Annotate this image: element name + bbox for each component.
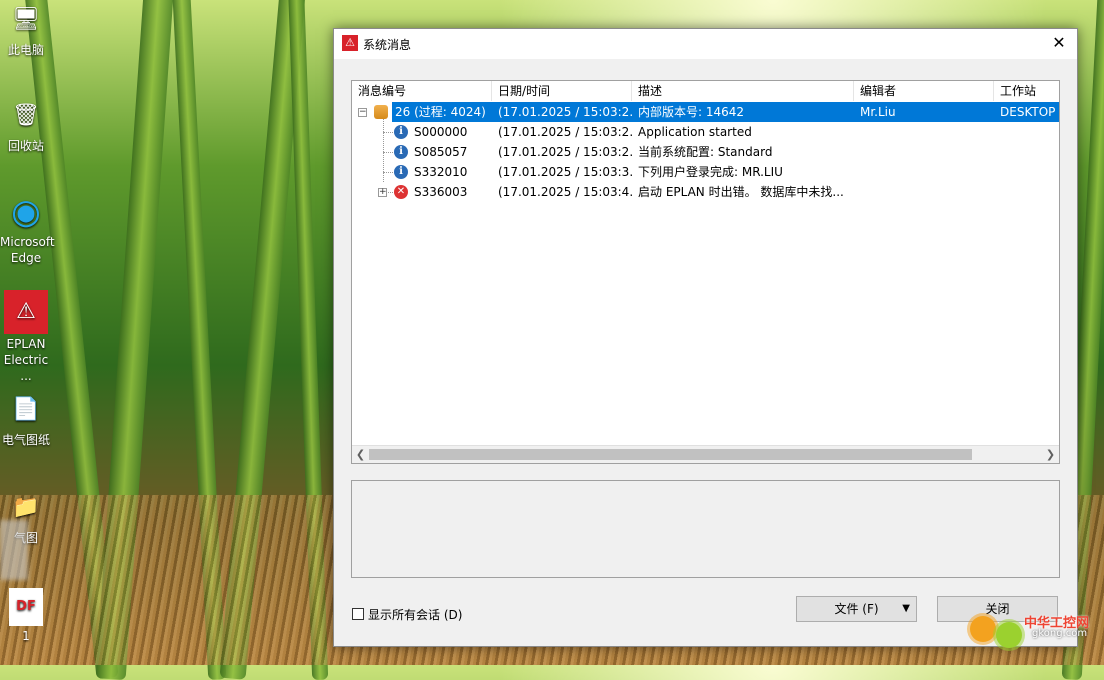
cell-workstation: DESKTOP — [1000, 105, 1056, 119]
dropdown-arrow-icon: ▼ — [902, 603, 910, 614]
show-all-sessions-label[interactable]: 显示所有会话 (D) — [368, 606, 462, 623]
info-icon: i — [394, 145, 408, 159]
cell-message-id: S085057 — [414, 145, 468, 159]
cell-message-id: 26 (过程: 4024) — [392, 102, 495, 122]
cell-message-id: S336003 — [414, 185, 468, 199]
cell-datetime: (17.01.2025 / 15:03:2... — [498, 145, 632, 159]
info-icon: i — [394, 125, 408, 139]
pdf-file-icon: DF — [9, 588, 43, 626]
cell-message-id: S000000 — [414, 125, 468, 139]
table-row[interactable]: − 26 (过程: 4024) (17.01.2025 / 15:03:2...… — [352, 102, 1059, 122]
table-row[interactable]: i S332010 (17.01.2025 / 15:03:3... 下列用户登… — [352, 162, 1059, 182]
column-header-editor[interactable]: 编辑者 — [854, 81, 994, 101]
column-header-description[interactable]: 描述 — [632, 81, 854, 101]
watermark-subtext: gkong.com — [1032, 628, 1088, 639]
scroll-right-icon[interactable]: ❯ — [1042, 446, 1059, 463]
cell-description: 当前系统配置: Standard — [638, 145, 773, 159]
desktop-icon-label: 回收站 — [7, 139, 44, 153]
computer-icon: 🖥 — [12, 7, 40, 32]
table-row[interactable]: + ✕ S336003 (17.01.2025 / 15:03:4... 启动 … — [352, 182, 1059, 202]
cell-description: 内部版本号: 14642 — [638, 105, 745, 119]
table-row[interactable]: i S085057 (17.01.2025 / 15:03:2... 当前系统配… — [352, 142, 1059, 162]
database-icon — [374, 105, 388, 119]
cell-datetime: (17.01.2025 / 15:03:3... — [498, 165, 632, 179]
column-header-workstation[interactable]: 工作站 — [994, 81, 1059, 101]
title-bar[interactable]: ⚠ 系统消息 ✕ — [334, 29, 1077, 59]
eplan-icon: ⚠ — [4, 290, 48, 334]
blurred-region — [0, 520, 28, 580]
gear-icon — [970, 616, 996, 642]
edge-icon: ◉ — [11, 192, 41, 232]
scrollbar-thumb[interactable] — [369, 449, 972, 460]
cell-message-id: S332010 — [414, 165, 468, 179]
desktop-icon-recycle-bin[interactable]: 🗑 回收站 — [0, 96, 52, 154]
file-menu-button[interactable]: 文件 (F) ▼ — [796, 596, 917, 622]
expand-icon[interactable]: + — [378, 188, 387, 197]
error-icon: ✕ — [394, 185, 408, 199]
pdf-file-icon: 📄 — [12, 397, 40, 422]
message-rows: − 26 (过程: 4024) (17.01.2025 / 15:03:2...… — [352, 102, 1059, 447]
cell-datetime: (17.01.2025 / 15:03:4... — [498, 185, 632, 199]
horizontal-scrollbar[interactable]: ❮ ❯ — [352, 445, 1059, 463]
desktop-icon-pdf[interactable]: DF 1 — [0, 588, 52, 644]
desktop-icon-label: 电气图纸 — [1, 433, 50, 447]
scroll-left-icon[interactable]: ❮ — [352, 446, 369, 463]
recycle-bin-icon: 🗑 — [12, 103, 40, 128]
column-header-datetime[interactable]: 日期/时间 — [492, 81, 632, 101]
system-messages-dialog: ⚠ 系统消息 ✕ 消息编号 日期/时间 描述 编辑者 工作站 − 26 (过程:… — [333, 28, 1078, 647]
column-headers: 消息编号 日期/时间 描述 编辑者 工作站 — [352, 81, 1059, 101]
desktop-icon-drawings[interactable]: 📄 电气图纸 — [0, 390, 52, 448]
cell-editor: Mr.Liu — [860, 105, 896, 119]
desktop-icon-label: EPLAN Electric ... — [3, 337, 49, 383]
collapse-icon[interactable]: − — [358, 108, 367, 117]
desktop-icon-eplan[interactable]: ⚠ EPLAN Electric ... — [0, 290, 52, 384]
messages-tree-grid[interactable]: 消息编号 日期/时间 描述 编辑者 工作站 − 26 (过程: 4024) (1… — [351, 80, 1060, 464]
desktop-icon-label: 1 — [22, 629, 30, 643]
dialog-title: 系统消息 — [363, 38, 412, 52]
gear-icon — [996, 622, 1022, 648]
desktop-icon-label: 此电脑 — [7, 43, 44, 57]
message-detail-panel — [351, 480, 1060, 578]
cell-datetime-text: (17.01.2025 / 15:03:2... — [498, 105, 632, 119]
cell-description: 下列用户登录完成: MR.LIU — [638, 165, 783, 179]
show-all-sessions-checkbox[interactable] — [352, 608, 364, 620]
cell-description: Application started — [638, 125, 752, 139]
info-icon: i — [394, 165, 408, 179]
table-row[interactable]: i S000000 (17.01.2025 / 15:03:2... Appli… — [352, 122, 1059, 142]
close-icon[interactable]: ✕ — [1047, 32, 1071, 54]
file-button-label: 文件 (F) — [834, 602, 879, 616]
gkong-watermark: 中华工控网 gkong.com — [966, 610, 1096, 650]
desktop-icon-this-pc[interactable]: 🖥 此电脑 — [0, 0, 52, 58]
cell-description: 启动 EPLAN 时出错。 数据库中未找... — [638, 185, 844, 199]
column-header-message-id[interactable]: 消息编号 — [352, 81, 492, 101]
cell-datetime: (17.01.2025 / 15:03:2... — [498, 125, 632, 139]
eplan-app-icon: ⚠ — [342, 35, 358, 51]
desktop-icon-edge[interactable]: ◉ Microsoft Edge — [0, 192, 55, 266]
desktop-icon-label: Microsoft Edge — [0, 235, 55, 265]
